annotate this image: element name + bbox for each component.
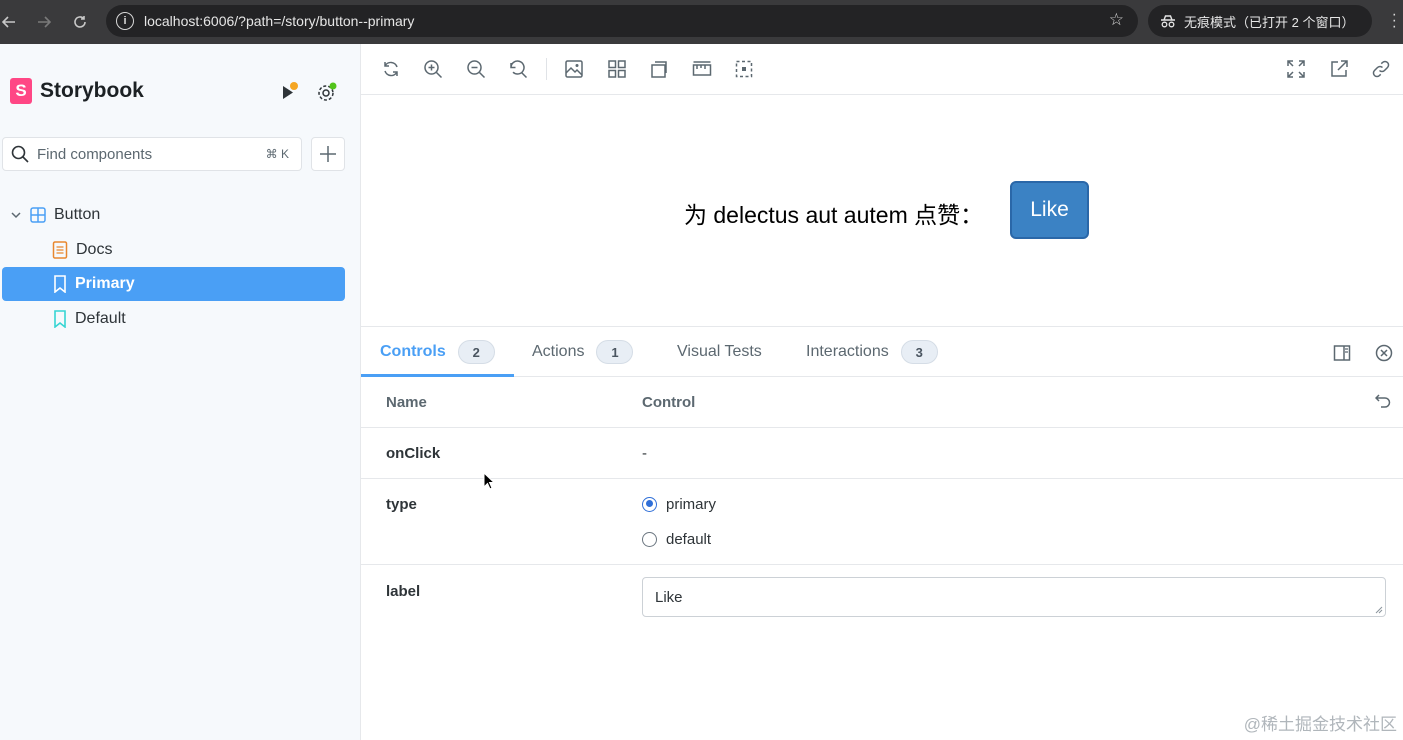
more-menu-icon[interactable]: · · · [1392,7,1397,35]
preview-toolbar [361,44,1403,95]
tree-item-label: Default [75,310,126,327]
close-panel-icon[interactable] [1375,344,1393,362]
zoom-out-icon[interactable] [466,59,486,79]
create-story-button[interactable] [311,137,345,171]
bookmark-icon [54,310,66,328]
site-info-icon[interactable]: i [116,12,134,30]
component-icon [30,207,46,223]
preview-text: 为 delectus aut autem 点赞： [684,202,984,228]
url-text: localhost:6006/?path=/story/button--prim… [144,13,415,29]
tab-interactions[interactable]: Interactions 3 [787,327,938,377]
address-bar[interactable]: i localhost:6006/?path=/story/button--pr… [106,5,1138,37]
zoom-in-icon[interactable] [423,59,443,79]
background-image-icon[interactable] [564,59,584,79]
brand[interactable]: S Storybook [10,78,144,104]
mouse-cursor-icon [483,472,495,490]
storybook-logo-icon: S [10,78,32,104]
brand-name: Storybook [40,79,144,102]
outline-icon[interactable] [734,59,754,79]
tab-visual-tests[interactable]: Visual Tests [658,327,762,377]
bookmark-icon [54,275,66,293]
radio-primary[interactable]: primary [642,493,716,515]
control-row-label: label Like [361,565,1403,631]
label-textarea[interactable]: Like [642,577,1386,617]
forward-arrow-icon[interactable] [18,0,70,44]
copy-link-icon[interactable] [1371,59,1391,79]
incognito-badge[interactable]: 无痕模式（已打开 2 个窗口） [1148,5,1372,37]
resize-grip-icon[interactable] [1375,606,1383,614]
bookmark-star-icon[interactable]: ☆ [1109,10,1124,30]
back-arrow-icon[interactable] [0,0,18,44]
tab-badge: 1 [596,340,634,364]
radio-label: default [666,530,712,548]
chevron-down-icon [11,212,21,219]
incognito-icon [1161,15,1175,28]
sidebar: S Storybook Find components ⌘ K Button D… [0,44,361,740]
tree-item-label: Primary [75,275,135,292]
tab-label: Interactions [806,343,889,360]
grid-icon[interactable] [607,59,627,79]
tab-badge: 3 [900,340,938,364]
remount-icon[interactable] [381,59,401,79]
like-button[interactable]: Like [1010,181,1089,239]
tab-label: Controls [380,343,446,360]
tree-item-label: Button [54,206,101,223]
tab-actions[interactable]: Actions 1 [513,327,634,377]
control-name: type [386,496,417,513]
tree-item-docs[interactable]: Docs [2,233,345,267]
document-icon [52,241,68,259]
tree-item-default[interactable]: Default [2,302,345,336]
tab-label: Actions [532,343,585,360]
panel-orientation-icon[interactable] [1333,344,1351,362]
watermark: @稀土掘金技术社区 [1243,715,1397,734]
radio-unchecked-icon [642,531,657,547]
controls-header-row: Name Control [361,377,1403,428]
header-control: Control [642,394,696,411]
control-row-onclick: onClick - [361,428,1403,479]
radio-default[interactable]: default [642,528,716,550]
type-radio-group: primary default [642,493,716,550]
settings-gear-icon[interactable] [316,81,338,103]
tree-item-button[interactable]: Button [2,198,345,232]
browser-chrome: i localhost:6006/?path=/story/button--pr… [0,0,1403,44]
header-name: Name [386,394,427,411]
plus-icon [320,146,336,162]
radio-checked-icon [642,496,657,512]
open-new-tab-icon[interactable] [1329,59,1349,79]
radio-label: primary [666,495,717,513]
whats-new-icon[interactable] [279,81,301,103]
viewport-icon[interactable] [649,59,669,79]
control-name: onClick [386,445,441,462]
incognito-label: 无痕模式（已打开 2 个窗口） [1184,14,1355,30]
addon-panel: Controls 2 Actions 1 Visual Tests Intera… [361,326,1403,740]
tree-item-label: Docs [76,241,113,258]
reload-icon[interactable] [70,0,90,44]
tab-controls[interactable]: Controls 2 [361,327,495,377]
toolbar-separator [546,58,547,80]
control-row-type: type primary default [361,479,1403,565]
search-input[interactable]: Find components ⌘ K [2,137,302,171]
panel-tabs: Controls 2 Actions 1 Visual Tests Intera… [361,327,1403,377]
search-icon [11,145,29,163]
search-shortcut: ⌘ K [265,147,289,161]
fullscreen-icon[interactable] [1286,59,1306,79]
search-placeholder: Find components [37,145,153,163]
tab-label: Visual Tests [677,343,762,360]
reset-controls-icon[interactable] [1375,393,1391,409]
zoom-reset-icon[interactable] [508,59,528,79]
story-canvas: 为 delectus aut autem 点赞： Like [361,95,1403,326]
control-name: label [386,583,421,600]
control-value: - [642,445,647,462]
tree-item-primary[interactable]: Primary [2,267,345,301]
ruler-icon[interactable] [692,59,712,79]
tab-badge: 2 [457,340,495,364]
label-value: Like [655,588,683,606]
